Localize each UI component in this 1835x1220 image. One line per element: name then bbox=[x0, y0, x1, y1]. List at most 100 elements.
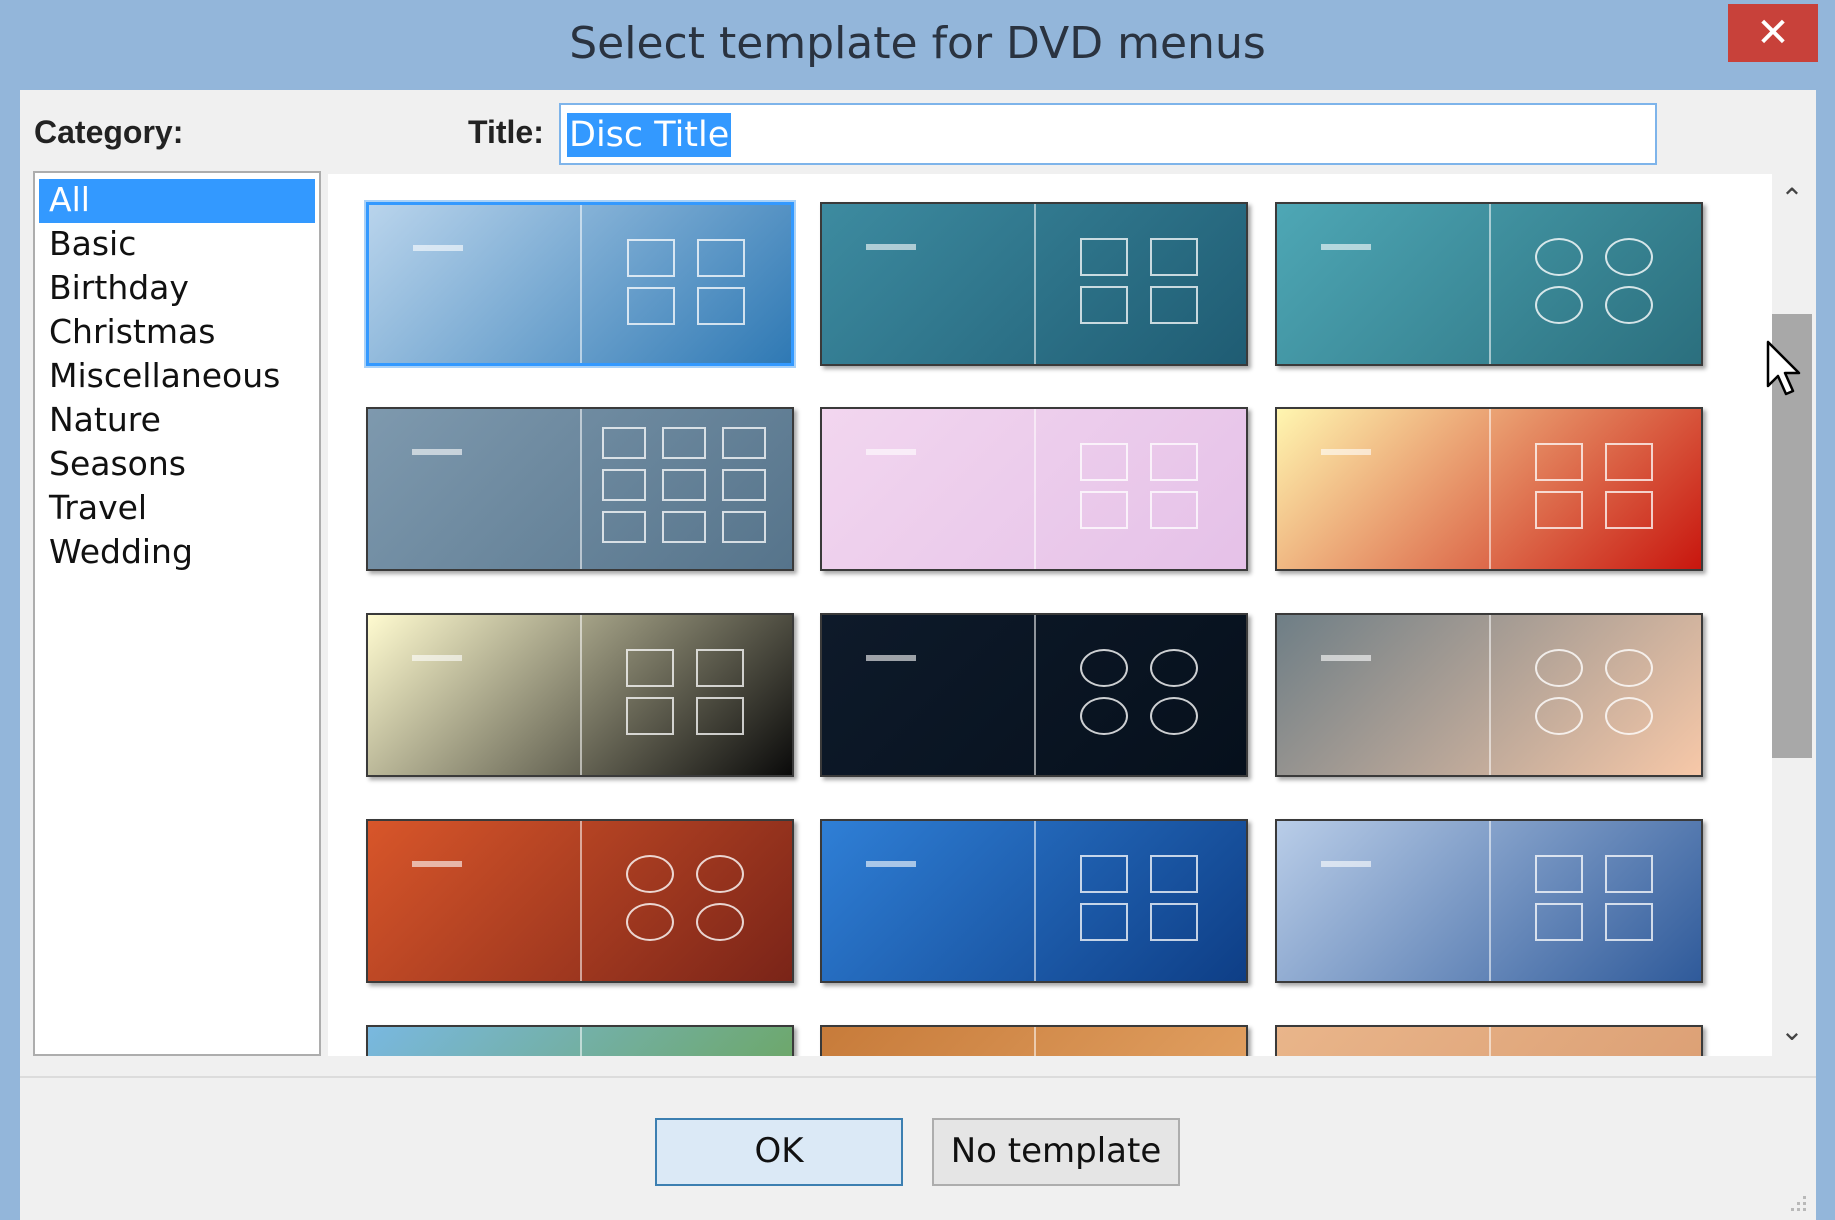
thumbnail-frame bbox=[1535, 238, 1583, 276]
thumbnail-frame bbox=[626, 903, 674, 941]
scroll-up-icon[interactable]: ⌃ bbox=[1772, 178, 1812, 218]
template-thumbnail-tan-texture[interactable] bbox=[1275, 1025, 1703, 1056]
close-icon: ✕ bbox=[1756, 10, 1790, 56]
thumbnail-divider bbox=[1489, 615, 1491, 775]
category-item-all[interactable]: All bbox=[39, 179, 315, 223]
thumbnail-frame bbox=[1150, 697, 1198, 735]
template-thumbnail-christmas-yellow[interactable] bbox=[1275, 407, 1703, 571]
category-item-wedding[interactable]: Wedding bbox=[39, 531, 315, 575]
thumbnail-title-mark bbox=[866, 244, 916, 250]
title-input[interactable]: Disc Title bbox=[559, 103, 1657, 165]
thumbnail-divider bbox=[580, 615, 582, 775]
template-thumbnail-brown-frame[interactable] bbox=[820, 1025, 1248, 1056]
thumbnail-frame bbox=[1605, 697, 1653, 735]
mouse-cursor-icon bbox=[1766, 340, 1801, 396]
close-button[interactable]: ✕ bbox=[1728, 4, 1818, 62]
category-list[interactable]: All Basic Birthday Christmas Miscellaneous Na… bbox=[33, 171, 321, 1056]
thumbnail-frame bbox=[602, 427, 646, 459]
thumbnail-title-mark bbox=[1321, 861, 1371, 867]
thumbnail-divider bbox=[580, 409, 582, 569]
thumbnail-frame bbox=[722, 469, 766, 501]
template-thumbnail-green-trees[interactable] bbox=[366, 1025, 794, 1056]
thumbnail-divider bbox=[580, 821, 582, 981]
thumbnail-divider bbox=[1489, 204, 1491, 364]
template-thumbnail-penguin-board[interactable] bbox=[1275, 613, 1703, 777]
thumbnail-frame bbox=[1080, 697, 1128, 735]
template-thumbnail-birthday-balloons[interactable] bbox=[820, 407, 1248, 571]
thumbnail-frame bbox=[662, 427, 706, 459]
thumbnail-frame bbox=[696, 903, 744, 941]
template-thumbnail-winter-trees[interactable] bbox=[1275, 819, 1703, 983]
thumbnail-frame bbox=[626, 855, 674, 893]
thumbnail-title-mark bbox=[1321, 449, 1371, 455]
thumbnail-frame bbox=[1080, 443, 1128, 481]
thumbnail-title-mark bbox=[413, 245, 463, 251]
thumbnail-frame bbox=[662, 469, 706, 501]
thumbnail-title-mark bbox=[412, 655, 462, 661]
title-bar[interactable]: Select template for DVD menus ✕ bbox=[0, 0, 1835, 90]
template-grid[interactable] bbox=[328, 174, 1772, 1056]
thumbnail-divider bbox=[1489, 1027, 1491, 1056]
thumbnail-frame bbox=[1150, 238, 1198, 276]
template-thumbnail-teal-ovals[interactable] bbox=[1275, 202, 1703, 366]
category-item-birthday[interactable]: Birthday bbox=[39, 267, 315, 311]
no-template-button[interactable]: No template bbox=[932, 1118, 1180, 1186]
thumbnail-divider bbox=[580, 205, 582, 363]
thumbnail-title-mark bbox=[412, 861, 462, 867]
dialog-window: Select template for DVD menus ✕ Category… bbox=[0, 0, 1835, 1220]
thumbnail-frame bbox=[1080, 286, 1128, 324]
thumbnail-title-mark bbox=[866, 655, 916, 661]
thumbnail-frame bbox=[1150, 443, 1198, 481]
template-thumbnail-christmas-tree[interactable] bbox=[366, 613, 794, 777]
template-thumbnail-teal-lines[interactable] bbox=[820, 202, 1248, 366]
thumbnail-frame bbox=[602, 511, 646, 543]
thumbnail-divider bbox=[1489, 409, 1491, 569]
thumbnail-frame bbox=[1080, 238, 1128, 276]
thumbnail-frame bbox=[1605, 238, 1653, 276]
thumbnail-frame bbox=[696, 855, 744, 893]
ok-button[interactable]: OK bbox=[655, 1118, 903, 1186]
thumbnail-divider bbox=[1034, 615, 1036, 775]
template-thumbnail-blue-waves[interactable] bbox=[366, 202, 794, 366]
resize-grip-icon[interactable] bbox=[1785, 1190, 1809, 1214]
thumbnail-frame bbox=[696, 649, 744, 687]
button-separator bbox=[20, 1076, 1816, 1078]
category-item-travel[interactable]: Travel bbox=[39, 487, 315, 531]
template-thumbnail-dark-spiral[interactable] bbox=[820, 613, 1248, 777]
category-label: Category: bbox=[34, 114, 184, 150]
template-thumbnail-grey-blue[interactable] bbox=[366, 407, 794, 571]
thumbnail-frame bbox=[722, 427, 766, 459]
category-item-miscellaneous[interactable]: Miscellaneous bbox=[39, 355, 315, 399]
thumbnail-title-mark bbox=[1321, 655, 1371, 661]
thumbnail-frame bbox=[1150, 286, 1198, 324]
template-thumbnail-sunset-clouds[interactable] bbox=[366, 819, 794, 983]
thumbnail-frame bbox=[697, 239, 745, 277]
thumbnail-title-mark bbox=[866, 449, 916, 455]
thumbnail-frame bbox=[1605, 491, 1653, 529]
category-item-basic[interactable]: Basic bbox=[39, 223, 315, 267]
title-label: Title: bbox=[468, 114, 544, 150]
thumbnail-frame bbox=[696, 697, 744, 735]
thumbnail-frame bbox=[1605, 286, 1653, 324]
thumbnail-title-mark bbox=[866, 861, 916, 867]
dialog-title: Select template for DVD menus bbox=[569, 18, 1266, 69]
thumbnail-frame bbox=[1080, 491, 1128, 529]
thumbnail-frame bbox=[1080, 903, 1128, 941]
template-scrollbar[interactable]: ⌃ ⌄ bbox=[1772, 174, 1812, 1056]
scroll-down-icon[interactable]: ⌄ bbox=[1772, 1010, 1812, 1050]
thumbnail-divider bbox=[1489, 821, 1491, 981]
category-item-nature[interactable]: Nature bbox=[39, 399, 315, 443]
thumbnail-frame bbox=[697, 287, 745, 325]
thumbnail-frame bbox=[1150, 903, 1198, 941]
thumbnail-frame bbox=[626, 697, 674, 735]
thumbnail-frame bbox=[1535, 855, 1583, 893]
thumbnail-frame bbox=[1150, 491, 1198, 529]
template-thumbnail-blue-forest[interactable] bbox=[820, 819, 1248, 983]
category-item-seasons[interactable]: Seasons bbox=[39, 443, 315, 487]
thumbnail-frame bbox=[722, 511, 766, 543]
thumbnail-frame bbox=[627, 287, 675, 325]
thumbnail-frame bbox=[1150, 649, 1198, 687]
thumbnail-frame bbox=[1605, 903, 1653, 941]
category-item-christmas[interactable]: Christmas bbox=[39, 311, 315, 355]
thumbnail-frame bbox=[1605, 649, 1653, 687]
